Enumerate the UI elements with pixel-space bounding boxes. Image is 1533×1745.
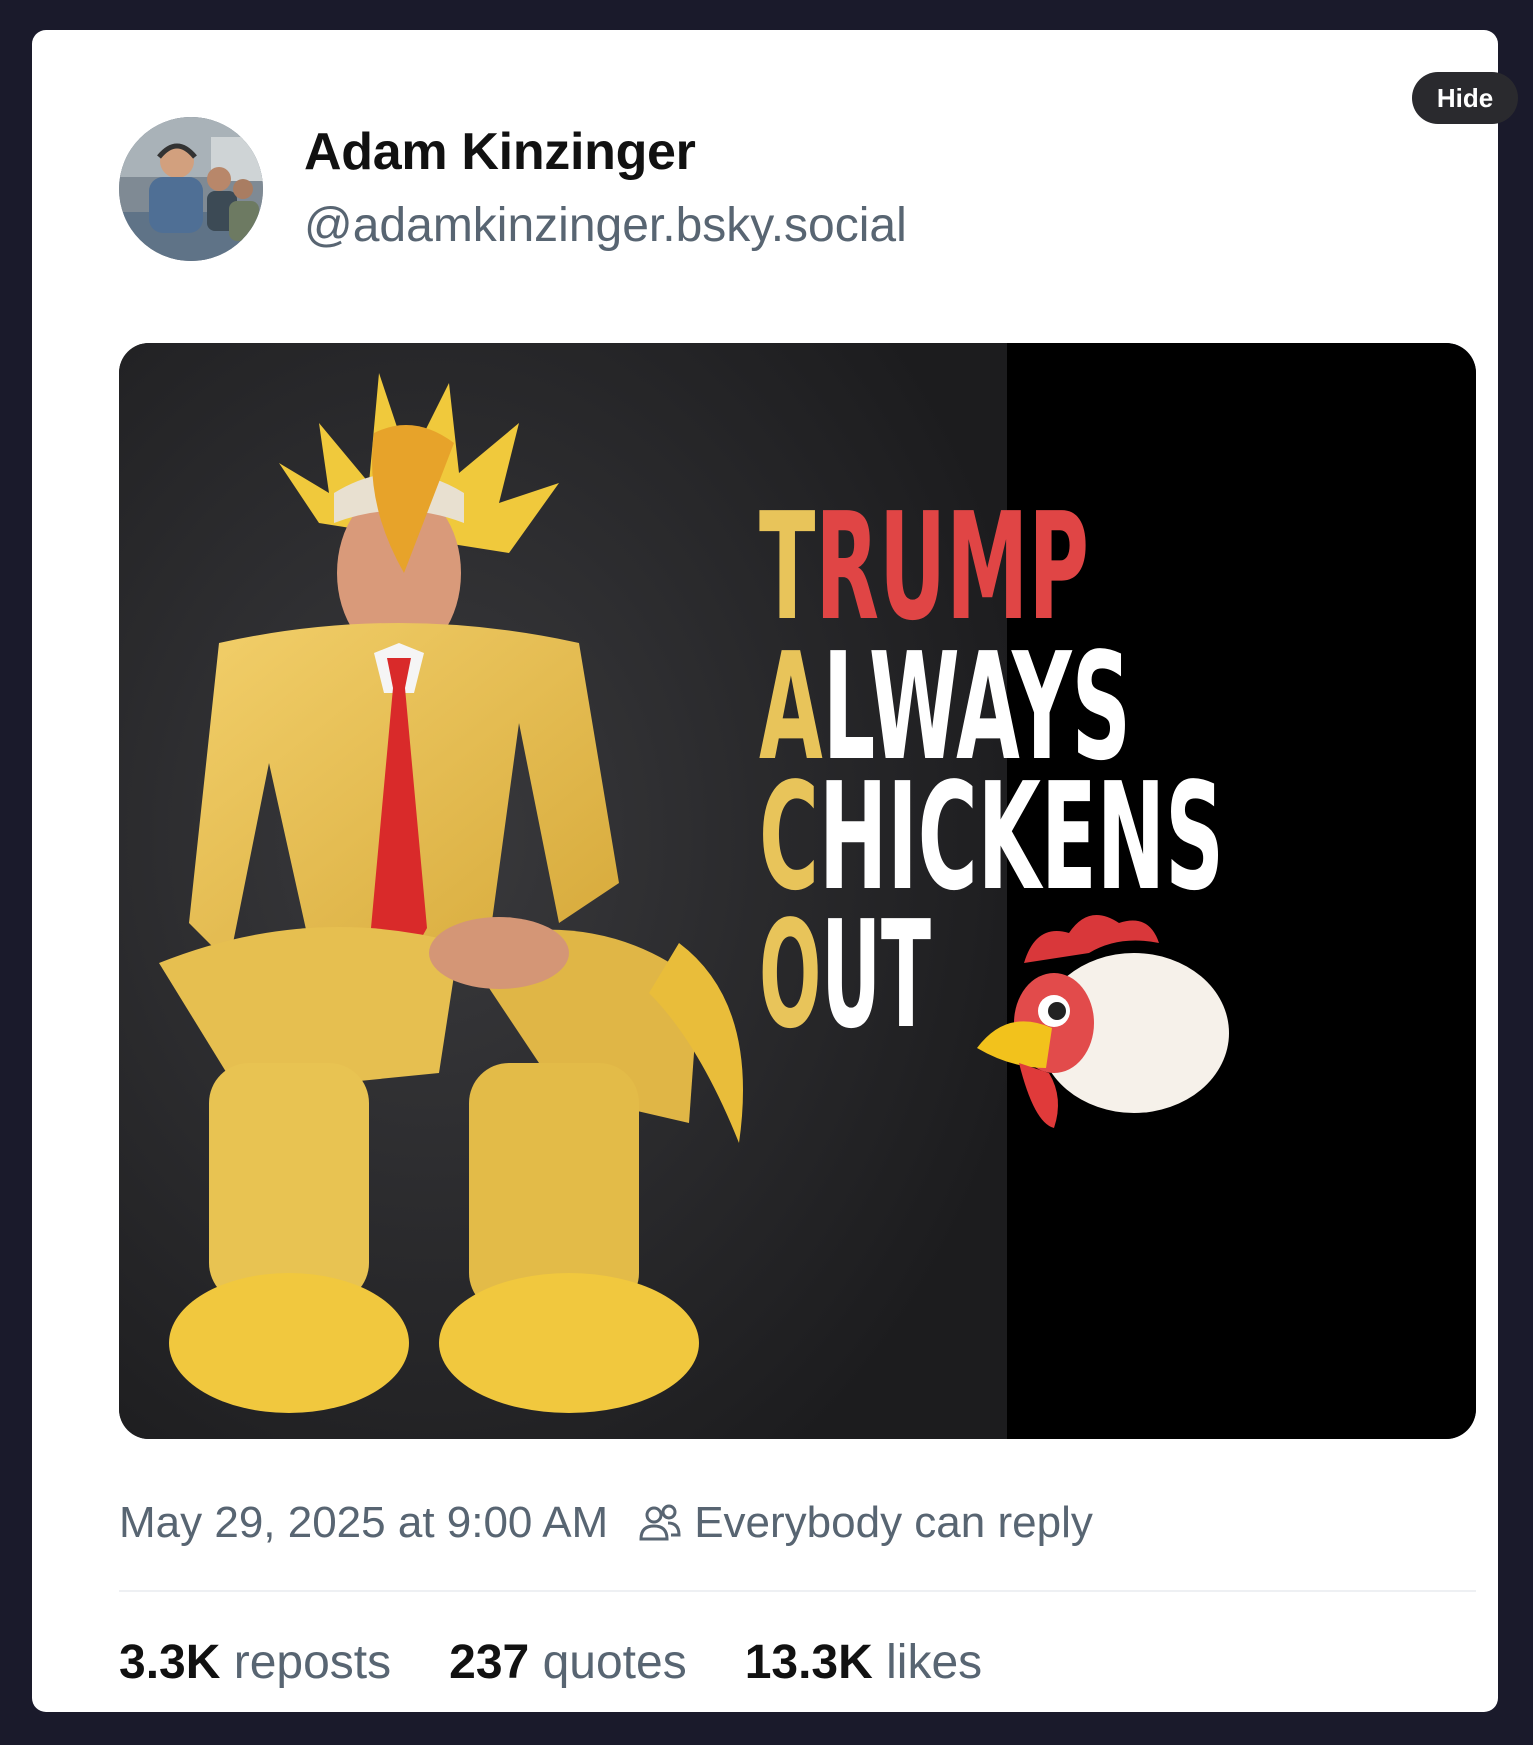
post-card: Hide Adam Kinzinger @adamkinzinger.bsky.…: [32, 30, 1518, 1712]
likes-count: 13.3K: [744, 1636, 873, 1689]
post-stats: 3.3K reposts 237 quotes 13.3K likes: [119, 1635, 1040, 1690]
quotes-count: 237: [449, 1636, 530, 1689]
author-display-name[interactable]: Adam Kinzinger: [304, 122, 696, 182]
post-meta: May 29, 2025 at 9:00 AM Everybody can re…: [119, 1495, 1093, 1551]
post-timestamp[interactable]: May 29, 2025 at 9:00 AM: [119, 1498, 608, 1548]
quotes-stat[interactable]: 237 quotes: [449, 1635, 687, 1690]
poster-line-4-rest: UT: [821, 889, 931, 1061]
people-icon: [639, 1504, 681, 1541]
avatar[interactable]: [119, 117, 263, 261]
hide-button[interactable]: Hide: [1412, 72, 1518, 124]
quotes-label: quotes: [542, 1636, 687, 1689]
reposts-count: 3.3K: [119, 1636, 221, 1689]
poster-line-4-initial: O: [759, 889, 821, 1061]
post-image[interactable]: TRUMP ALWAYS CHICKENS OUT: [119, 343, 1476, 1439]
author-handle[interactable]: @adamkinzinger.bsky.social: [304, 198, 907, 253]
likes-label: likes: [886, 1636, 983, 1689]
reply-setting[interactable]: Everybody can reply: [638, 1498, 1093, 1548]
svg-text:OUT: OUT: [759, 889, 931, 1061]
reposts-label: reposts: [233, 1636, 392, 1689]
likes-stat[interactable]: 13.3K likes: [745, 1635, 982, 1690]
divider: [119, 1590, 1476, 1592]
reposts-stat[interactable]: 3.3K reposts: [119, 1635, 391, 1690]
reply-setting-label: Everybody can reply: [694, 1498, 1093, 1547]
